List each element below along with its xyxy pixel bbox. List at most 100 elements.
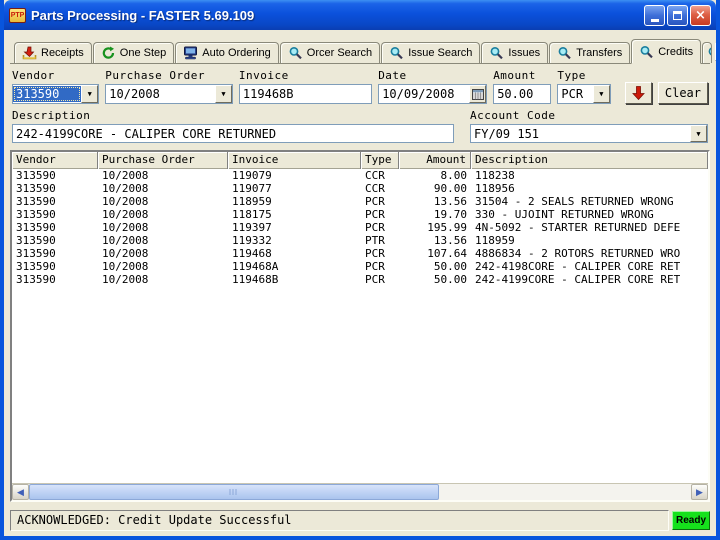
cell-amount: 50.00 — [433, 273, 467, 286]
scroll-left-arrow-icon[interactable]: ◀ — [12, 484, 29, 500]
status-message: ACKNOWLEDGED: Credit Update Successful — [10, 509, 669, 531]
vendor-combobox[interactable]: 313590 — [12, 84, 100, 104]
table-row[interactable]: 313590 10/2008 118175 PCR 19.70 330 - UJOINT … — [12, 208, 708, 221]
red-down-arrow-icon — [631, 86, 645, 100]
tab-issue-search[interactable]: Issue Search — [381, 42, 481, 63]
account-code-value: FY/09 151 — [474, 126, 540, 141]
search-icon — [639, 45, 654, 59]
amount-input[interactable] — [494, 85, 551, 103]
column-header-invoice[interactable]: Invoice — [228, 152, 361, 169]
tab-label: Issues — [508, 47, 541, 59]
tab-label: Transfers — [576, 47, 623, 59]
type-combobox[interactable]: PCR — [557, 84, 611, 104]
chevron-down-icon[interactable] — [592, 85, 610, 103]
app-window: PTP Parts Processing - FASTER 5.69.109 ×… — [0, 0, 720, 540]
maximize-button[interactable] — [667, 4, 688, 26]
cell-description: 242-4199CORE - CALIPER CORE RET — [475, 273, 681, 286]
cell-amount: 50.00 — [433, 260, 467, 273]
column-header-amount[interactable]: Amount — [399, 152, 471, 169]
post-credit-button[interactable] — [624, 82, 652, 104]
cell-description: 4N-5092 - STARTER RETURNED DEFE — [475, 221, 681, 234]
cell-invoice: 119468A — [232, 260, 279, 273]
scrollbar-thumb[interactable] — [29, 484, 440, 500]
client-area: Receipts One Step Auto Ordering Orcer Searc… — [4, 30, 716, 536]
status-bar: ACKNOWLEDGED: Credit Update Successful R… — [10, 509, 710, 531]
tab-credits[interactable]: Credits — [631, 39, 702, 64]
table-row[interactable]: 313590 10/2008 119332 PTR 13.56 118959 — [12, 234, 708, 247]
table-row[interactable]: 313590 10/2008 119077 CCR 90.00 118956 — [12, 182, 708, 195]
table-row[interactable]: 313590 10/2008 119079 CCR 8.00 118238 — [12, 169, 708, 182]
table-body: 313590 10/2008 119079 CCR 8.00 118238 313590 10… — [12, 169, 708, 483]
cell-description: 118956 — [475, 182, 515, 195]
cell-vendor: 313590 — [16, 182, 56, 195]
tab-label: Credits — [658, 45, 694, 58]
account-code-combobox[interactable]: FY/09 151 — [470, 124, 708, 143]
cell-amount: 13.56 — [433, 234, 467, 247]
receive-icon — [22, 46, 37, 60]
tab-overflow[interactable] — [702, 42, 713, 63]
cell-vendor: 313590 — [16, 208, 56, 221]
chevron-down-icon[interactable] — [690, 125, 707, 142]
column-header-purchase-order[interactable]: Purchase Order — [98, 152, 228, 169]
horizontal-scrollbar[interactable]: ◀ ▶ — [12, 483, 708, 500]
window-title: Parts Processing - FASTER 5.69.109 — [31, 7, 255, 23]
description-input[interactable] — [13, 125, 453, 142]
chevron-down-icon[interactable] — [214, 85, 232, 103]
cell-description: 4886834 - 2 ROTORS RETURNED WRO — [475, 247, 681, 260]
account-code-label: Account Code — [470, 109, 556, 122]
calendar-icon[interactable] — [469, 85, 487, 103]
date-input[interactable] — [379, 85, 470, 103]
tab-issues[interactable]: Issues — [481, 42, 549, 63]
cell-invoice: 119077 — [232, 182, 272, 195]
search-icon — [707, 46, 712, 60]
cell-vendor: 313590 — [16, 221, 56, 234]
vendor-label: Vendor — [12, 69, 55, 82]
tab-label: Issue Search — [408, 47, 473, 59]
purchase-order-label: Purchase Order — [105, 69, 205, 82]
table-header-row: Vendor Purchase Order Invoice Type Amount Des… — [12, 152, 708, 169]
search-icon — [389, 46, 404, 60]
scroll-right-arrow-icon[interactable]: ▶ — [691, 484, 708, 500]
scroll-tabs-left-button[interactable]: ◀ — [715, 43, 716, 61]
purchase-order-combobox[interactable]: 10/2008 — [105, 84, 233, 104]
cell-purchase-order: 10/2008 — [102, 247, 149, 260]
description-label: Description — [12, 109, 91, 122]
ready-status-badge: Ready — [671, 510, 710, 530]
cell-type: PCR — [365, 273, 385, 286]
cell-vendor: 313590 — [16, 195, 56, 208]
cell-invoice: 118175 — [232, 208, 272, 221]
vendor-value: 313590 — [13, 86, 82, 102]
minimize-button[interactable] — [644, 4, 665, 26]
column-header-description[interactable]: Description — [471, 152, 708, 169]
refresh-icon — [101, 46, 116, 60]
clear-button[interactable]: Clear — [657, 82, 708, 104]
column-header-type[interactable]: Type — [361, 152, 399, 169]
table-row[interactable]: 313590 10/2008 119468B PCR 50.00 242-4199CORE… — [12, 273, 708, 286]
table-row[interactable]: 313590 10/2008 119468 PCR 107.64 4886834 - 2 … — [12, 247, 708, 260]
tab-one-step[interactable]: One Step — [92, 42, 175, 63]
table-row[interactable]: 313590 10/2008 118959 PCR 13.56 31504 - 2 SEA… — [12, 195, 708, 208]
tab-label: Auto Ordering — [202, 47, 271, 59]
cell-type: CCR — [365, 169, 385, 182]
credits-table: Vendor Purchase Order Invoice Type Amount Des… — [10, 150, 710, 502]
cell-type: PCR — [365, 260, 385, 273]
tab-transfers[interactable]: Transfers — [549, 42, 631, 63]
tab-label: Receipts — [41, 47, 84, 59]
table-row[interactable]: 313590 10/2008 119397 PCR 195.99 4N-5092 - ST… — [12, 221, 708, 234]
invoice-input[interactable] — [239, 85, 372, 103]
chevron-down-icon[interactable] — [81, 85, 99, 103]
table-row[interactable]: 313590 10/2008 119468A PCR 50.00 242-4198CORE… — [12, 260, 708, 273]
close-button[interactable]: × — [690, 4, 711, 26]
date-label: Date — [378, 69, 407, 82]
type-label: Type — [557, 69, 586, 82]
tab-orcer-search[interactable]: Orcer Search — [279, 42, 381, 63]
cell-type: PCR — [365, 195, 385, 208]
tab-receipts[interactable]: Receipts — [14, 42, 92, 63]
purchase-order-value: 10/2008 — [109, 87, 160, 101]
close-icon: × — [695, 7, 706, 23]
column-header-vendor[interactable]: Vendor — [12, 152, 98, 169]
scrollbar-track[interactable] — [29, 484, 691, 500]
cell-amount: 19.70 — [433, 208, 467, 221]
tab-auto-ordering[interactable]: Auto Ordering — [175, 42, 279, 63]
title-bar: PTP Parts Processing - FASTER 5.69.109 × — [4, 0, 716, 30]
